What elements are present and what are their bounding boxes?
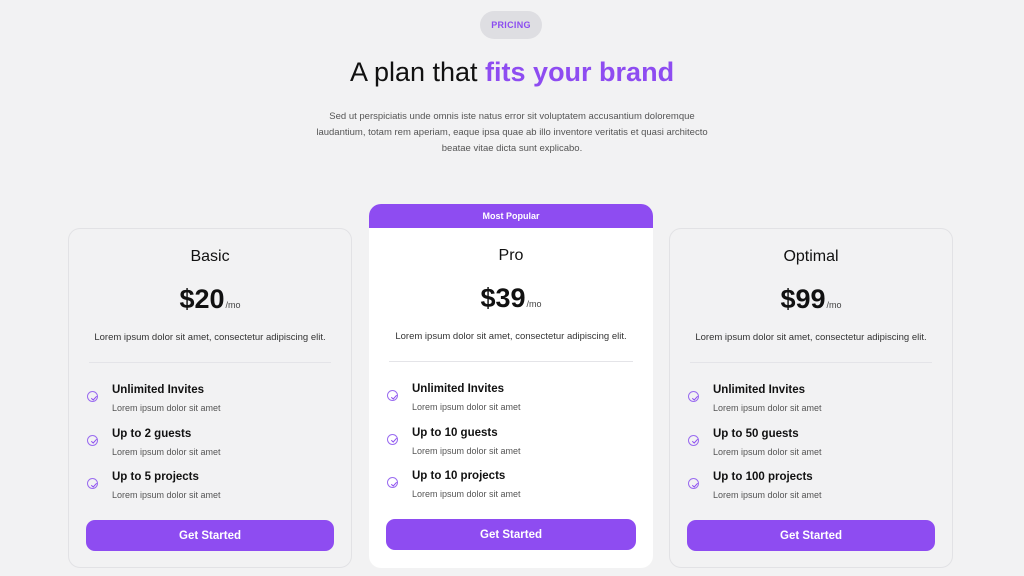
feature-title: Unlimited Invites (112, 384, 205, 396)
feature-subtitle: Lorem ipsum dolor sit amet (713, 490, 822, 500)
check-circle-icon (387, 477, 398, 488)
feature-subtitle: Lorem ipsum dolor sit amet (412, 402, 521, 412)
feature-list: Unlimited Invites Lorem ipsum dolor sit … (688, 384, 934, 515)
feature-item: Up to 10 guests Lorem ipsum dolor sit am… (387, 427, 635, 471)
plan-description: Lorem ipsum dolor sit amet, consectetur … (695, 332, 927, 343)
pricing-page: PRICING A plan that fits your brand Sed … (0, 0, 1024, 576)
feature-title: Up to 2 guests (112, 427, 192, 440)
plan-card-pro: Most Popular Pro $39/mo Lorem ipsum dolo… (369, 204, 653, 568)
check-circle-icon (688, 434, 699, 446)
check-circle-icon (688, 478, 699, 489)
plan-card-optimal: Optimal $99/mo Lorem ipsum dolor sit ame… (669, 228, 953, 568)
get-started-button-optimal[interactable]: Get Started (687, 520, 935, 551)
feature-title: Unlimited Invites (713, 384, 806, 396)
get-started-button-pro[interactable]: Get Started (386, 519, 636, 550)
most-popular-banner: Most Popular (369, 204, 653, 228)
page-subtitle: Sed ut perspiciatis unde omnis iste natu… (316, 111, 708, 154)
feature-title: Up to 5 projects (112, 471, 199, 483)
plan-description: Lorem ipsum dolor sit amet, consectetur … (395, 331, 627, 342)
plan-period: /mo (225, 300, 241, 310)
plan-price: $99 (780, 284, 826, 314)
feature-list: Unlimited Invites Lorem ipsum dolor sit … (387, 383, 635, 514)
feature-subtitle: Lorem ipsum dolor sit amet (412, 445, 521, 456)
plan-name: Pro (498, 247, 524, 264)
check-circle-icon (87, 391, 98, 402)
plan-description: Lorem ipsum dolor sit amet, consectetur … (94, 332, 326, 343)
feature-subtitle: Lorem ipsum dolor sit amet (112, 446, 221, 457)
price-row: $39/mo (369, 283, 653, 314)
title-plain: A plan that (349, 57, 486, 87)
feature-item: Unlimited Invites Lorem ipsum dolor sit … (688, 384, 934, 428)
feature-title: Up to 10 projects (412, 470, 506, 482)
feature-item: Up to 10 projects Lorem ipsum dolor sit … (387, 470, 635, 514)
feature-item: Up to 100 projects Lorem ipsum dolor sit… (688, 471, 934, 515)
divider (89, 362, 331, 363)
plan-price: $20 (179, 284, 225, 314)
feature-item: Up to 50 guests Lorem ipsum dolor sit am… (688, 428, 934, 472)
get-started-button-basic[interactable]: Get Started (86, 520, 334, 551)
feature-subtitle: Lorem ipsum dolor sit amet (713, 403, 822, 413)
check-circle-icon (87, 478, 98, 489)
plan-price: $39 (480, 283, 526, 313)
feature-item: Unlimited Invites Lorem ipsum dolor sit … (387, 383, 635, 427)
feature-subtitle: Lorem ipsum dolor sit amet (412, 489, 521, 499)
feature-title: Up to 10 guests (412, 426, 498, 439)
feature-title: Up to 50 guests (713, 427, 799, 440)
check-circle-icon (688, 391, 699, 402)
feature-list: Unlimited Invites Lorem ipsum dolor sit … (87, 384, 333, 515)
pricing-badge: PRICING (480, 11, 542, 39)
plan-name: Optimal (783, 248, 839, 265)
feature-subtitle: Lorem ipsum dolor sit amet (112, 403, 221, 413)
title-accent: fits your brand (485, 57, 675, 87)
price-row: $99/mo (670, 284, 952, 315)
feature-item: Up to 2 guests Lorem ipsum dolor sit ame… (87, 428, 333, 472)
feature-item: Up to 5 projects Lorem ipsum dolor sit a… (87, 471, 333, 515)
price-row: $20/mo (69, 284, 351, 315)
plan-card-basic: Basic $20/mo Lorem ipsum dolor sit amet,… (68, 228, 352, 568)
plan-name: Basic (190, 248, 230, 265)
feature-subtitle: Lorem ipsum dolor sit amet (713, 446, 822, 457)
feature-title: Up to 100 projects (713, 471, 813, 483)
check-circle-icon (387, 433, 398, 445)
feature-subtitle: Lorem ipsum dolor sit amet (112, 490, 221, 500)
check-circle-icon (387, 390, 398, 401)
plan-period: /mo (826, 300, 842, 310)
plan-period: /mo (526, 299, 542, 309)
page-title: A plan that fits your brand (0, 57, 1024, 88)
divider (690, 362, 932, 363)
divider (389, 361, 633, 362)
check-circle-icon (87, 434, 98, 446)
feature-title: Unlimited Invites (412, 383, 505, 395)
feature-item: Unlimited Invites Lorem ipsum dolor sit … (87, 384, 333, 428)
